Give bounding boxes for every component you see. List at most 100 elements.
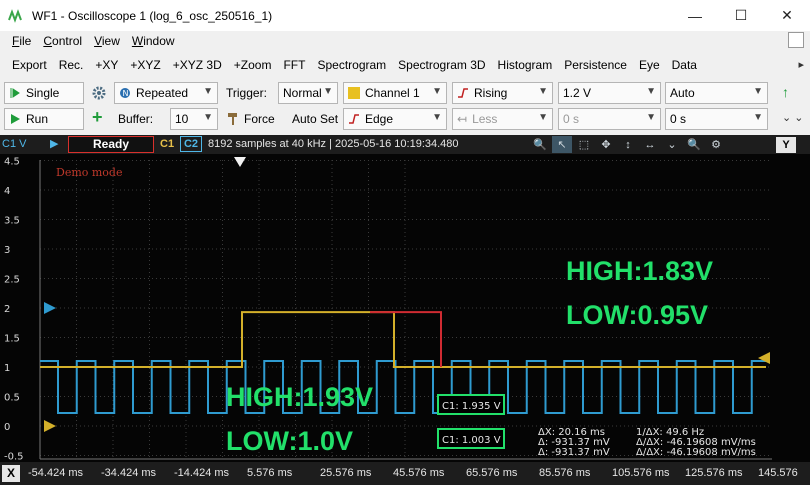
holdoff-input[interactable]: 0 s ▼ (558, 108, 661, 130)
chevron-down-icon: ▼ (203, 86, 213, 97)
add-xyz3d-button[interactable]: +XYZ 3D (167, 58, 228, 72)
cursor-1-c1-value: C1: 1.935 V (442, 401, 501, 412)
spectrogram-button[interactable]: Spectrogram (311, 58, 392, 72)
autoset-button[interactable]: Auto Set (292, 112, 338, 126)
single-label: Single (26, 86, 60, 100)
menu-control[interactable]: Control (37, 34, 88, 48)
magnifier-icon[interactable]: 🔍 (684, 136, 704, 153)
y-tick-label: 1.5 (4, 334, 20, 345)
trigger-label: Trigger: (226, 86, 267, 100)
y-tick-label: 4 (4, 186, 10, 197)
trigger-source-select[interactable]: Channel 1 ▼ (343, 82, 447, 104)
x-tick-label: -54.424 ms (28, 467, 84, 479)
eye-button[interactable]: Eye (633, 58, 666, 72)
more-options-icon[interactable]: ⌄ ⌄ (782, 111, 804, 124)
plus-icon[interactable]: + (92, 107, 103, 128)
fft-button[interactable]: FFT (277, 58, 311, 72)
x-tick-label: 145.576 (758, 467, 798, 479)
maximize-button[interactable]: ☐ (718, 0, 764, 31)
close-button[interactable]: ✕ (764, 0, 810, 31)
y-tick-label: 1 (4, 363, 10, 374)
trigger-level-input[interactable]: 1.2 V ▼ (558, 82, 661, 104)
trigger-type-value: Edge (365, 112, 394, 126)
waveforms-app-icon (8, 8, 22, 23)
buffer-label: Buffer: (118, 112, 154, 126)
trigger-length-value: Less (472, 112, 498, 126)
channel-1-tag[interactable]: C1 (160, 138, 174, 150)
rec-button[interactable]: Rec. (53, 58, 90, 72)
spectrogram3d-button[interactable]: Spectrogram 3D (392, 58, 491, 72)
chevron-down-icon: ▼ (432, 86, 442, 97)
x-tick-label: -14.424 ms (174, 467, 230, 479)
edge-icon (349, 114, 359, 124)
single-button[interactable]: Single (4, 82, 84, 104)
add-xyz-button[interactable]: +XYZ (124, 58, 166, 72)
history-icon[interactable]: ⌄ (662, 136, 682, 153)
gear-icon[interactable] (91, 85, 107, 101)
x-tick-label: -34.424 ms (101, 467, 157, 479)
scope-header: C1 V ▶ Ready C1 C2 8192 samples at 40 kH… (0, 135, 810, 154)
trigger-mode-select[interactable]: Normal ▼ (278, 82, 338, 104)
arrow-left-icon: ↤ (457, 112, 468, 126)
channel-2-tag[interactable]: C2 (180, 136, 202, 152)
x-tick-label: 125.576 ms (685, 467, 743, 479)
vertical-zoom-icon[interactable]: ↕ (618, 136, 638, 153)
run-button[interactable]: Run (4, 108, 84, 130)
y-axis-button[interactable]: Y (776, 137, 796, 153)
buffer-input[interactable]: 10 ▼ (170, 108, 218, 130)
toolbar-overflow-icon[interactable]: ▸ (798, 58, 804, 71)
acquisition-mode-select[interactable]: N Repeated ▼ (114, 82, 218, 104)
title-bar: WF1 - Oscilloscope 1 (log_6_osc_250516_1… (0, 0, 810, 31)
c1-low-annotation: LOW:1.0V (226, 426, 353, 456)
persistence-button[interactable]: Persistence (558, 58, 633, 72)
add-zoom-button[interactable]: +Zoom (228, 58, 278, 72)
trigger-filter-select[interactable]: Auto ▼ (665, 82, 768, 104)
arrow-up-icon[interactable]: ↑ (782, 84, 789, 100)
trigger-condition-value: Rising (474, 86, 508, 100)
waveform-svg: 4.5 4 3.5 3 2.5 2 1.5 1 0.5 0 -0.5 Demo mode HIGH:1.… (4, 157, 772, 463)
oscilloscope-plot[interactable]: 4.5 4 3.5 3 2.5 2 1.5 1 0.5 0 -0.5 Demo mode HIGH:1.… (0, 154, 810, 463)
position-input[interactable]: 0 s ▼ (665, 108, 768, 130)
x-axis-button[interactable]: X (2, 465, 20, 482)
control-row-2: Run + Buffer: 10 ▼ Force Auto Set Edge ▼… (0, 106, 810, 132)
delta-ratio-value-2: Δ/ΔX: -46.19608 mV/ms (636, 447, 756, 458)
zoom-icon[interactable]: 🔍 (530, 136, 550, 153)
chevron-down-icon: ▼ (753, 112, 763, 123)
add-xy-button[interactable]: +XY (89, 58, 124, 72)
settings-icon[interactable]: ⚙ (706, 136, 726, 153)
y-tick-label: 0 (4, 422, 10, 433)
chevron-down-icon: ▼ (203, 112, 213, 123)
run-label: Run (26, 112, 49, 126)
x-tick-label: 105.576 ms (612, 467, 670, 479)
minimize-button[interactable]: — (672, 0, 718, 31)
y-tick-label: 0.5 (4, 393, 20, 404)
menu-bar: File Control View Window (0, 31, 810, 51)
trigger-type-select[interactable]: Edge ▼ (343, 108, 447, 130)
panel-toggle-icon[interactable] (788, 32, 804, 48)
y-tick-label: 3 (4, 245, 10, 256)
hammer-icon (228, 113, 237, 125)
menu-view[interactable]: View (88, 34, 126, 48)
trigger-condition-select[interactable]: Rising ▼ (452, 82, 553, 104)
zoom-box-icon[interactable]: ⬚ (574, 136, 594, 153)
position-value: 0 s (670, 112, 687, 126)
menu-window[interactable]: Window (126, 34, 181, 48)
expand-icon[interactable]: ▶ (50, 137, 58, 150)
export-button[interactable]: Export (6, 58, 53, 72)
rising-edge-icon (458, 88, 468, 98)
x-tick-label: 65.576 ms (466, 467, 518, 479)
channel-color-swatch (348, 87, 360, 99)
y-axis-unit-label: C1 V (2, 138, 27, 150)
force-button[interactable]: Force (244, 112, 275, 126)
histogram-button[interactable]: Histogram (492, 58, 559, 72)
channel-1-trigger-level-marker (758, 352, 770, 364)
pointer-icon[interactable]: ↖ (552, 136, 572, 153)
horizontal-zoom-icon[interactable]: ↔ (640, 136, 660, 153)
x-axis-bar: X -54.424 ms -34.424 ms -14.424 ms 5.576 ms… (0, 462, 810, 485)
pan-icon[interactable]: ✥ (596, 136, 616, 153)
trigger-length-select[interactable]: ↤ Less ▼ (452, 108, 553, 130)
y-tick-label: -0.5 (4, 452, 24, 463)
data-button[interactable]: Data (666, 58, 703, 72)
chevron-down-icon: ▼ (323, 86, 333, 97)
menu-file[interactable]: File (6, 34, 37, 48)
